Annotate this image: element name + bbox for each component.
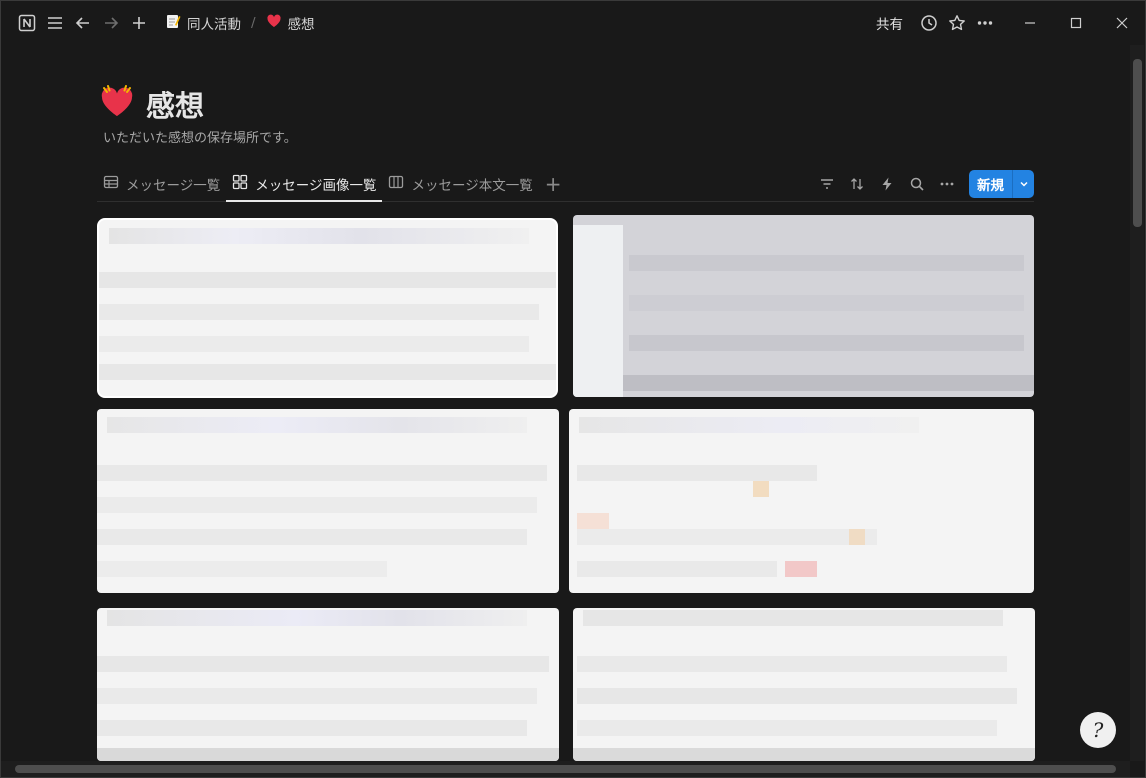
blurred-image-row	[579, 417, 919, 433]
blurred-image-row	[577, 529, 877, 545]
notion-logo-icon[interactable]	[13, 9, 41, 37]
chevron-down-icon[interactable]	[1012, 170, 1034, 198]
view-toolbar: 新規	[813, 167, 1034, 201]
breadcrumb: 同人活動 / 感想	[161, 11, 319, 35]
tab-message-body[interactable]: メッセージ本文一覧	[382, 167, 538, 201]
table-icon	[103, 174, 119, 194]
blurred-image-block	[573, 225, 623, 397]
blurred-image-spot	[577, 513, 609, 529]
blurred-image-row	[107, 610, 527, 626]
blurred-image-row	[97, 561, 387, 577]
gallery-card[interactable]	[573, 608, 1035, 761]
blurred-image-row	[97, 497, 537, 513]
breadcrumb-parent-label: 同人活動	[187, 17, 241, 33]
help-button[interactable]: ?	[1080, 712, 1116, 748]
new-page-plus-icon[interactable]	[125, 9, 153, 37]
gallery-card[interactable]	[569, 409, 1034, 593]
blurred-image-row	[573, 748, 1035, 761]
blurred-image-row	[97, 465, 547, 481]
forward-arrow-icon[interactable]	[97, 9, 125, 37]
gallery-card[interactable]	[97, 409, 559, 593]
blurred-image-row	[629, 255, 1024, 271]
blurred-image-row	[99, 272, 556, 288]
blurred-image-spot	[849, 529, 865, 545]
blurred-image-row	[99, 304, 539, 320]
filter-icon[interactable]	[813, 170, 841, 198]
blurred-image-spot	[785, 561, 817, 577]
title-bar: 同人活動 / 感想 共有	[1, 1, 1145, 45]
maximize-icon[interactable]	[1053, 1, 1099, 45]
blurred-image-row	[97, 748, 559, 761]
horizontal-scrollbar-thumb[interactable]	[15, 765, 1116, 773]
gallery-card[interactable]	[97, 218, 558, 398]
history-clock-icon[interactable]	[915, 9, 943, 37]
blurred-image-row	[107, 417, 527, 433]
blurred-image-row	[99, 364, 556, 380]
gallery-card[interactable]	[97, 608, 559, 761]
minimize-icon[interactable]	[1007, 1, 1053, 45]
page-title[interactable]: 感想	[146, 83, 204, 125]
blurred-image-row	[577, 465, 817, 481]
more-options-icon[interactable]	[971, 9, 999, 37]
blurred-image-spot	[753, 481, 769, 497]
app-window: 同人活動 / 感想 共有 感想 いただいた感想の保存場所です。 メッセージ一覧 …	[0, 0, 1146, 778]
view-tabs: メッセージ一覧 メッセージ画像一覧 メッセージ本文一覧 + 新規	[97, 167, 1034, 202]
gallery-icon	[232, 174, 248, 194]
board-icon	[388, 174, 404, 194]
page-description[interactable]: いただいた感想の保存場所です。	[103, 127, 297, 146]
new-button-label: 新規	[977, 178, 1004, 194]
blurred-image-row	[583, 610, 1003, 626]
share-button[interactable]: 共有	[876, 13, 903, 33]
horizontal-scrollbar[interactable]	[1, 761, 1130, 777]
breadcrumb-current[interactable]: 感想	[262, 11, 319, 35]
breadcrumb-current-label: 感想	[287, 17, 315, 33]
close-icon[interactable]	[1099, 1, 1145, 45]
blurred-image-row	[629, 335, 1024, 351]
new-button[interactable]: 新規	[969, 170, 1034, 198]
gallery-card[interactable]	[573, 215, 1034, 397]
blurred-image-row	[577, 561, 777, 577]
blurred-image-row	[99, 336, 529, 352]
sort-icon[interactable]	[843, 170, 871, 198]
menu-icon[interactable]	[41, 9, 69, 37]
add-view-plus-icon[interactable]: +	[545, 174, 562, 194]
tab-message-list[interactable]: メッセージ一覧	[97, 167, 226, 201]
memo-icon	[165, 13, 181, 33]
breadcrumb-separator: /	[251, 15, 256, 31]
view-more-options-icon[interactable]	[933, 170, 961, 198]
blurred-image-row	[623, 375, 1034, 391]
blurred-image-row	[109, 228, 529, 244]
breadcrumb-parent[interactable]: 同人活動	[161, 11, 245, 35]
blurred-image-row	[97, 656, 549, 672]
tab-label: メッセージ一覧	[126, 178, 221, 194]
blurred-image-row	[629, 295, 1024, 311]
tab-label: メッセージ画像一覧	[255, 178, 377, 194]
tab-message-images[interactable]: メッセージ画像一覧	[226, 167, 383, 202]
blurred-image-row	[577, 720, 997, 736]
title-bar-actions: 共有	[876, 1, 1145, 45]
automation-bolt-icon[interactable]	[873, 170, 901, 198]
back-arrow-icon[interactable]	[69, 9, 97, 37]
blurred-image-row	[577, 656, 1007, 672]
page-heart-icon[interactable]	[99, 84, 135, 120]
tab-label: メッセージ本文一覧	[411, 178, 533, 194]
blurred-image-row	[97, 688, 537, 704]
vertical-scrollbar-thumb[interactable]	[1133, 59, 1142, 227]
favorite-star-icon[interactable]	[943, 9, 971, 37]
blurred-image-row	[97, 720, 527, 736]
blurred-image-row	[97, 529, 527, 545]
search-icon[interactable]	[903, 170, 931, 198]
blurred-image-row	[577, 688, 1017, 704]
heart-icon	[266, 13, 282, 33]
vertical-scrollbar[interactable]	[1130, 45, 1144, 761]
